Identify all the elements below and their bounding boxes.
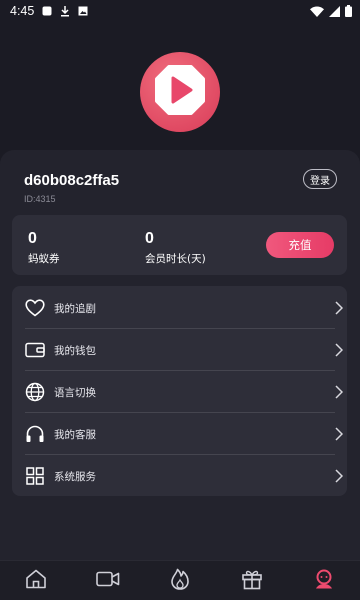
vip-days-value: 0: [145, 230, 154, 247]
recharge-button[interactable]: 充值: [266, 232, 334, 258]
chevron-right-icon: [335, 300, 344, 319]
menu-item-system-service[interactable]: 系统服务: [24, 455, 347, 497]
nav-gifts[interactable]: [232, 561, 272, 600]
app-logo: [140, 52, 220, 132]
notification-square-icon: [42, 6, 52, 16]
wallet-icon: [24, 339, 46, 361]
menu-item-label: 我的追剧: [54, 302, 96, 315]
heart-icon: [24, 297, 46, 319]
menu-item-wallet[interactable]: 我的钱包: [24, 329, 347, 371]
gift-icon: [241, 568, 263, 594]
globe-icon: [24, 381, 46, 403]
coupons-value: 0: [28, 230, 37, 247]
nav-home[interactable]: [16, 561, 56, 600]
nav-profile[interactable]: [304, 561, 344, 600]
download-icon: [60, 5, 70, 17]
wifi-icon: [310, 6, 324, 17]
grid-icon: [24, 465, 46, 487]
menu-item-favorites[interactable]: 我的追剧: [24, 287, 347, 329]
battery-icon: [345, 5, 352, 17]
chevron-right-icon: [335, 384, 344, 403]
nav-trending[interactable]: [160, 561, 200, 600]
headphones-icon: [24, 423, 46, 445]
home-icon: [25, 569, 47, 593]
user-id: ID:4315: [24, 194, 56, 204]
play-logo-icon: [151, 61, 209, 123]
flame-icon: [170, 568, 190, 594]
bottom-nav: [0, 560, 360, 600]
chevron-right-icon: [335, 342, 344, 361]
menu-item-label: 语言切换: [54, 386, 96, 399]
menu-item-customer-service[interactable]: 我的客服: [24, 413, 347, 455]
profile-icon: [313, 568, 335, 594]
coupons-label: 蚂蚁券: [28, 253, 60, 265]
status-bar: 4:45: [0, 0, 360, 22]
status-time: 4:45: [10, 4, 35, 18]
menu-item-label: 系统服务: [54, 470, 96, 483]
signal-icon: [329, 5, 340, 17]
image-icon: [78, 6, 88, 16]
nav-videos[interactable]: [88, 561, 128, 600]
login-button[interactable]: 登录: [303, 169, 337, 189]
menu-item-label: 我的钱包: [54, 344, 96, 357]
chevron-right-icon: [335, 426, 344, 445]
video-camera-icon: [96, 570, 120, 592]
chevron-right-icon: [335, 468, 344, 487]
menu-item-label: 我的客服: [54, 428, 96, 441]
menu-item-language[interactable]: 语言切换: [24, 371, 347, 413]
username: d60b08c2ffa5: [24, 172, 120, 189]
vip-days-label: 会员时长(天): [145, 253, 206, 265]
